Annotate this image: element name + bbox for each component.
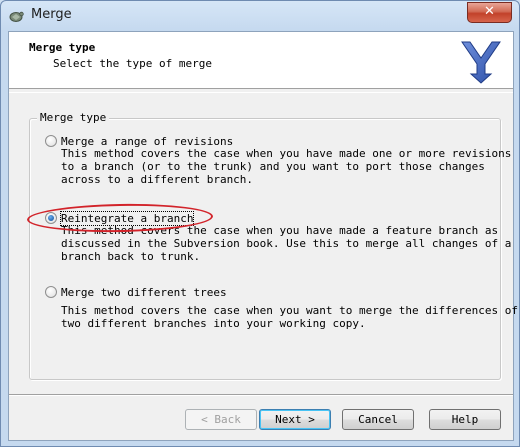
footer-separator-highlight bbox=[9, 395, 513, 396]
dialog-client-area: Merge type Select the type of merge Merg… bbox=[8, 31, 518, 441]
header-title: Merge type bbox=[29, 41, 96, 54]
back-button[interactable]: < Back bbox=[185, 409, 257, 430]
radio-merge-two-trees[interactable] bbox=[45, 286, 57, 298]
radio-merge-range[interactable] bbox=[45, 135, 57, 147]
title-bar[interactable]: Merge ✕ bbox=[1, 1, 519, 31]
next-button[interactable]: Next > bbox=[259, 409, 331, 430]
close-icon: ✕ bbox=[484, 4, 495, 19]
option-label[interactable]: Merge two different trees bbox=[61, 286, 227, 299]
tortoise-icon bbox=[9, 11, 24, 22]
header-separator bbox=[9, 92, 513, 93]
header-subtitle: Select the type of merge bbox=[53, 57, 212, 70]
option-description: This method covers the case when you hav… bbox=[61, 147, 512, 186]
wizard-header: Merge type Select the type of merge bbox=[9, 32, 513, 89]
merge-arrows-icon bbox=[461, 41, 501, 84]
window-title: Merge bbox=[31, 7, 72, 22]
cancel-button[interactable]: Cancel bbox=[342, 409, 414, 430]
option-description: This method covers the case when you wan… bbox=[61, 304, 518, 330]
close-button[interactable]: ✕ bbox=[467, 2, 512, 23]
group-label: Merge type bbox=[37, 111, 110, 124]
help-button[interactable]: Help bbox=[429, 409, 501, 430]
merge-dialog-window: Merge ✕ Merge type Select the type of me… bbox=[0, 0, 520, 447]
